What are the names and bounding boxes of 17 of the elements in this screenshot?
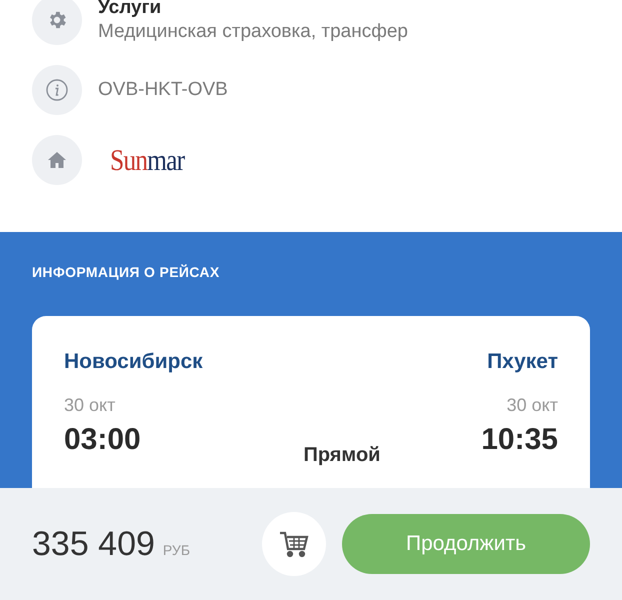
city-name: Новосибирск xyxy=(64,349,203,375)
flight-time: 10:35 xyxy=(481,424,558,454)
section-heading: ИНФОРМАЦИЯ О РЕЙСАХ xyxy=(32,263,221,282)
route-text: OVB-HKT-OVB xyxy=(98,78,228,102)
services-title: Услуги xyxy=(98,0,162,20)
home-icon xyxy=(47,151,67,169)
flight-time: 03:00 xyxy=(64,424,141,454)
flight-date: 30 окт xyxy=(506,394,558,416)
continue-button[interactable]: Продолжить xyxy=(342,514,590,574)
operator-logo: Sunmar xyxy=(110,142,184,178)
flight-date: 30 окт xyxy=(64,394,116,416)
services-text: Медицинская страховка, трансфер xyxy=(98,20,408,44)
info-icon xyxy=(45,78,69,102)
currency: РУБ xyxy=(162,540,190,560)
city-name: Пхукет xyxy=(487,349,558,375)
price: 335 409 xyxy=(32,524,155,564)
flight-type: Прямой xyxy=(303,443,380,468)
